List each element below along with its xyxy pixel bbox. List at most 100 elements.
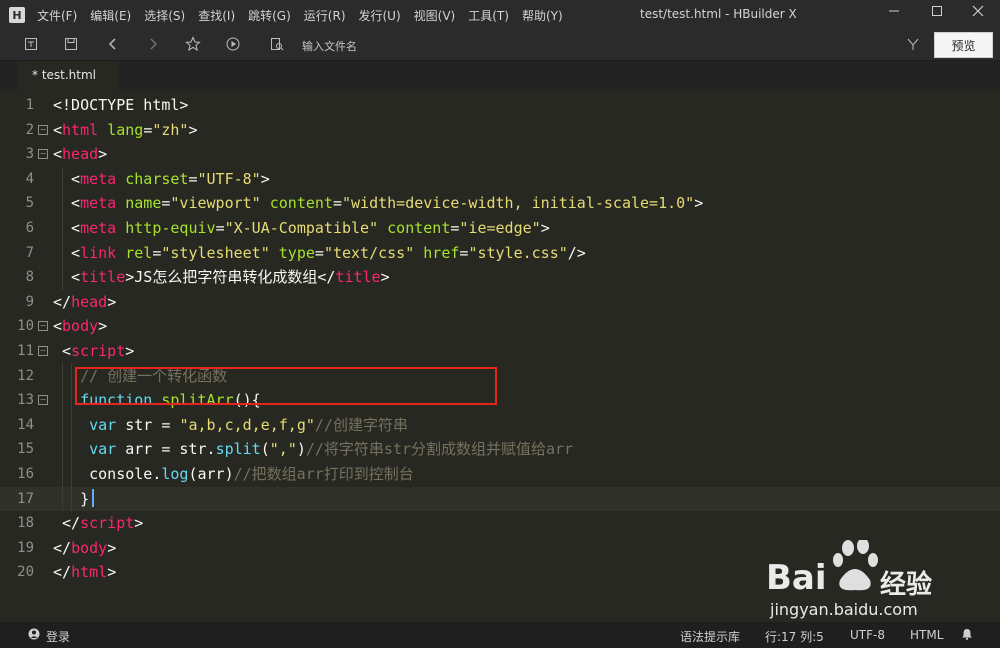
line-number: 18 (17, 515, 34, 532)
star-icon[interactable] (184, 36, 202, 54)
code-text: <html lang="zh"> (53, 120, 198, 139)
menu-find[interactable]: 查找(I) (198, 7, 235, 24)
code-line[interactable]: 4 <meta charset="UTF-8"> (0, 167, 1000, 192)
annotation-highlight-box (75, 367, 497, 405)
code-line[interactable]: 3 − <head> (0, 142, 1000, 167)
code-text: <body> (53, 317, 108, 336)
code-text: <!DOCTYPE html> (53, 96, 189, 114)
watermark-url: jingyan.baidu.com (770, 600, 918, 619)
code-line[interactable]: 14 var str = "a,b,c,d,e,f,g"//创建字符串 (0, 413, 1000, 438)
baidu-jingyan-watermark: Bai 经验 jingyan.baidu.com (760, 538, 1000, 620)
line-number: 16 (17, 466, 34, 482)
menu-select[interactable]: 选择(S) (144, 7, 185, 24)
code-text: </head> (53, 292, 117, 311)
line-number: 13 (17, 392, 34, 409)
close-icon[interactable] (968, 5, 988, 23)
code-line[interactable]: 7 <link rel="stylesheet" type="text/css"… (0, 241, 1000, 266)
menu-bar: 文件(F) 编辑(E) 选择(S) 查找(I) 跳转(G) 运行(R) 发行(U… (37, 7, 576, 24)
code-text: <script> (53, 342, 135, 360)
hbuilder-logo-icon: H (9, 7, 25, 23)
code-line[interactable]: 1 <!DOCTYPE html> (0, 93, 1000, 118)
code-text: <meta name="viewport" content="width=dev… (53, 194, 704, 213)
preview-button[interactable]: 预览 (934, 32, 993, 58)
line-number: 20 (17, 564, 34, 581)
code-text: var str = "a,b,c,d,e,f,g"//创建字符串 (89, 415, 408, 434)
file-encoding[interactable]: UTF-8 (850, 628, 885, 642)
code-text: <meta charset="UTF-8"> (53, 169, 270, 188)
indent-guide (62, 167, 63, 290)
code-line-current[interactable]: 17 } (0, 486, 1000, 512)
menu-tools[interactable]: 工具(T) (468, 7, 509, 24)
line-number: 15 (17, 441, 34, 458)
code-line[interactable]: 6 <meta http-equiv="X-UA-Compatible" con… (0, 216, 1000, 241)
back-icon[interactable] (104, 36, 122, 54)
line-number: 2 (25, 121, 34, 138)
line-number: 1 (25, 97, 34, 113)
file-search-input[interactable] (300, 35, 604, 57)
menu-publish[interactable]: 发行(U) (359, 7, 401, 24)
run-icon[interactable] (224, 36, 242, 54)
title-bar: H 文件(F) 编辑(E) 选择(S) 查找(I) 跳转(G) 运行(R) 发行… (0, 0, 1000, 30)
user-icon[interactable] (28, 628, 40, 643)
tab-test-html[interactable]: * test.html (18, 61, 118, 89)
line-number: 8 (25, 269, 34, 286)
language-mode[interactable]: HTML (910, 628, 943, 642)
menu-run[interactable]: 运行(R) (304, 7, 346, 24)
code-text: var arr = str.split(",")//将字符串str分割成数组并赋… (89, 440, 574, 459)
window-title: test/test.html - HBuilder X (640, 7, 797, 21)
menu-help[interactable]: 帮助(Y) (522, 7, 563, 24)
fold-toggle-icon[interactable]: − (38, 346, 48, 356)
code-text: <head> (53, 145, 108, 164)
tab-bar: * test.html (0, 61, 1000, 89)
text-cursor (92, 489, 94, 507)
line-number: 17 (17, 490, 34, 507)
menu-goto[interactable]: 跳转(G) (248, 7, 291, 24)
watermark-brand: Bai (766, 558, 827, 598)
new-file-icon[interactable] (22, 36, 40, 54)
code-line[interactable]: 15 var arr = str.split(",")//将字符串str分割成数… (0, 437, 1000, 462)
watermark-brand2: 经验 (880, 570, 933, 600)
line-number: 5 (25, 195, 34, 212)
save-icon[interactable] (62, 36, 80, 54)
code-text: console.log(arr)//把数组arr打印到控制台 (53, 465, 414, 483)
indent-guide (62, 363, 63, 511)
maximize-icon[interactable] (927, 5, 947, 23)
fold-toggle-icon[interactable]: − (38, 149, 48, 160)
code-line[interactable]: 10 − <body> (0, 314, 1000, 339)
line-number: 12 (17, 367, 34, 384)
fold-toggle-icon[interactable]: − (38, 124, 48, 135)
code-line[interactable]: 16 console.log(arr)//把数组arr打印到控制台 (0, 462, 1000, 487)
fold-toggle-icon[interactable]: − (38, 395, 48, 406)
line-number: 11 (17, 343, 34, 359)
filter-icon[interactable] (904, 36, 922, 54)
login-link[interactable]: 登录 (46, 628, 70, 645)
toolbar: 预览 (0, 30, 1000, 61)
file-search-icon[interactable] (268, 36, 286, 54)
line-number: 10 (17, 318, 34, 335)
code-text: </script> (53, 514, 144, 533)
code-line[interactable]: 18 </script> (0, 511, 1000, 536)
syntax-hint-library[interactable]: 语法提示库 (680, 628, 740, 645)
minimize-icon[interactable] (884, 5, 904, 23)
code-line[interactable]: 5 <meta name="viewport" content="width=d… (0, 191, 1000, 216)
code-line[interactable]: 2 − <html lang="zh"> (0, 118, 1000, 143)
line-number: 3 (25, 146, 34, 163)
line-number: 6 (25, 220, 34, 236)
code-text: <title>JS怎么把字符串转化成数组</title> (53, 268, 390, 287)
notification-bell-icon[interactable] (961, 628, 973, 643)
menu-edit[interactable]: 编辑(E) (90, 7, 131, 24)
code-text: <link rel="stylesheet" type="text/css" h… (53, 243, 586, 262)
menu-view[interactable]: 视图(V) (414, 7, 456, 24)
code-line[interactable]: 8 <title>JS怎么把字符串转化成数组</title> (0, 265, 1000, 290)
fold-toggle-icon[interactable]: − (38, 321, 48, 332)
line-number: 4 (25, 170, 34, 187)
forward-icon[interactable] (144, 36, 162, 54)
code-line[interactable]: 9 </head> (0, 290, 1000, 315)
code-line[interactable]: 11 − <script> (0, 339, 1000, 364)
code-text: </html> (53, 563, 117, 582)
cursor-position[interactable]: 行:17 列:5 (765, 628, 824, 645)
line-number: 9 (25, 293, 34, 310)
code-text: </body> (53, 538, 117, 557)
line-number: 19 (17, 539, 34, 556)
menu-file[interactable]: 文件(F) (37, 7, 77, 24)
